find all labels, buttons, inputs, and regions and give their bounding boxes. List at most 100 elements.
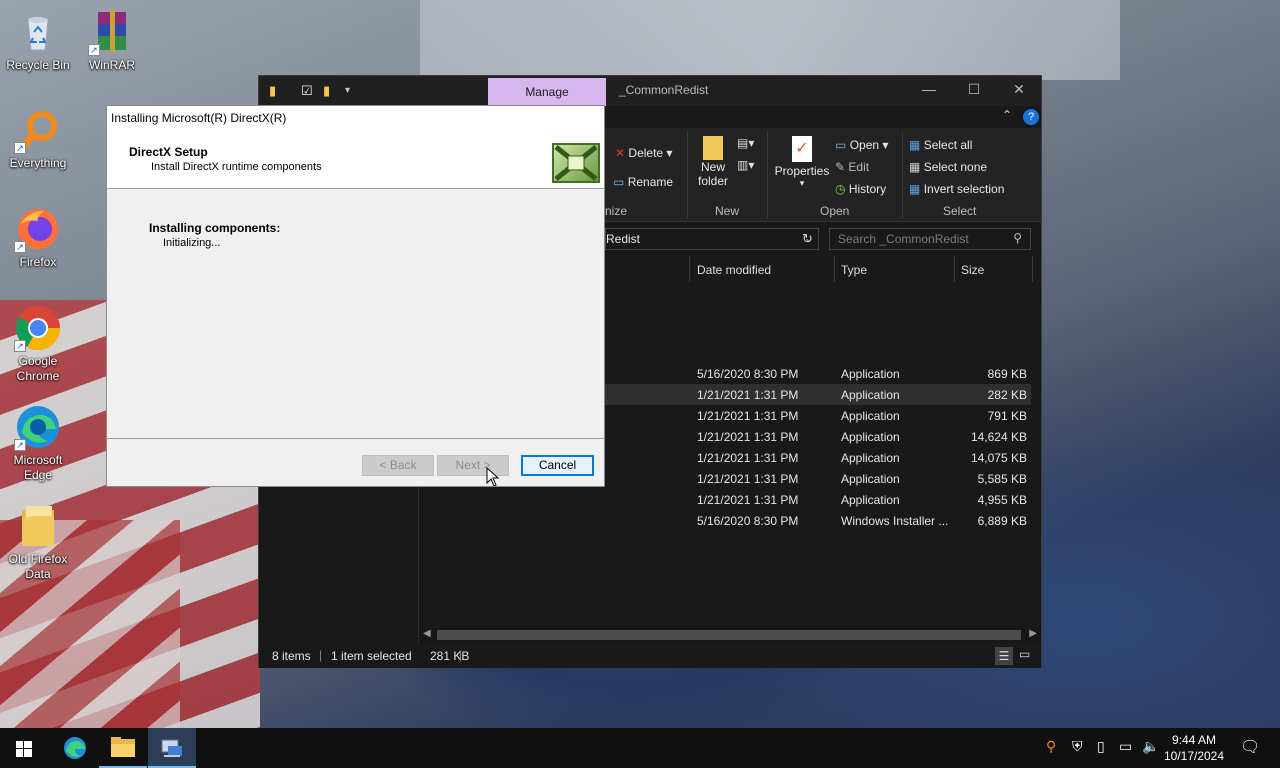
- select-all-button[interactable]: ▦ Select all: [909, 138, 972, 152]
- easy-access-icon[interactable]: ▥▾: [737, 158, 754, 172]
- column-separator[interactable]: [954, 256, 955, 282]
- ribbon-separator: [767, 132, 768, 218]
- delete-button[interactable]: ✕ Delete ▾: [615, 146, 672, 160]
- invert-selection-button[interactable]: ▦ Invert selection: [909, 182, 1004, 196]
- address-bar[interactable]: Redist ⌄: [605, 228, 819, 250]
- cancel-button[interactable]: Cancel: [521, 455, 594, 476]
- search-input[interactable]: Search _CommonRedist ⚲: [829, 228, 1031, 250]
- explorer-title-bar[interactable]: ▮ ☑ ▮ ▾ Manage _CommonRedist — ☐ ✕: [259, 76, 1041, 106]
- winrar-icon: ↗: [88, 8, 136, 56]
- maximize-button[interactable]: ☐: [959, 81, 989, 98]
- ribbon-separator: [902, 132, 903, 218]
- window-title: _CommonRedist: [619, 83, 709, 97]
- firefox-icon: ↗: [14, 205, 62, 253]
- open-group-label: Open: [820, 204, 850, 218]
- desktop-icon-label: Firefox: [19, 255, 57, 269]
- dialog-title: Installing Microsoft(R) DirectX(R): [107, 106, 604, 129]
- chrome-icon: ↗: [14, 304, 62, 352]
- new-item-icon[interactable]: ▤▾: [737, 136, 754, 150]
- large-icons-view-icon[interactable]: ▭: [1019, 647, 1030, 661]
- start-button[interactable]: [0, 728, 48, 768]
- delete-icon: ✕: [615, 146, 626, 160]
- scroll-right-icon[interactable]: ▶: [1029, 628, 1037, 639]
- desktop-icon-firefox[interactable]: ↗ Firefox: [0, 205, 76, 270]
- column-type[interactable]: Type: [841, 263, 867, 277]
- notifications-icon[interactable]: 🗨: [1240, 737, 1260, 757]
- status-divider: |: [459, 648, 463, 662]
- status-divider: |: [319, 648, 323, 662]
- history-button[interactable]: ◷ History: [835, 182, 886, 196]
- open-icon: ▭: [835, 138, 847, 152]
- column-separator[interactable]: [834, 256, 835, 282]
- search-icon: ⚲: [1013, 231, 1022, 245]
- everything-icon: ↗: [14, 106, 62, 154]
- new-group-label: New: [715, 204, 740, 218]
- usb-device-icon[interactable]: ▯: [1097, 738, 1105, 755]
- dialog-footer-divider: [107, 438, 604, 439]
- select-none-button[interactable]: ▦ Select none: [909, 160, 987, 174]
- column-separator[interactable]: [689, 256, 690, 282]
- select-none-icon: ▦: [909, 160, 921, 174]
- directx-logo-icon: [552, 143, 600, 183]
- ribbon-separator: [687, 132, 688, 218]
- organize-group-label: nize: [605, 204, 628, 218]
- table-row[interactable]: 5/16/2020 8:30 PM Windows Installer ... 6,…: [419, 510, 1031, 531]
- refresh-icon[interactable]: ↻: [802, 231, 813, 247]
- dialog-header-subtitle: Install DirectX runtime components: [151, 161, 322, 173]
- scrollbar-thumb[interactable]: [437, 630, 1021, 640]
- recycle-bin-icon: [14, 8, 62, 56]
- new-folder-quick-icon[interactable]: ▮: [323, 83, 330, 99]
- taskbar-file-explorer[interactable]: [99, 728, 147, 768]
- horizontal-scrollbar[interactable]: ◀ ▶: [419, 627, 1041, 643]
- properties-button[interactable]: ✓ Properties ▾: [773, 136, 831, 189]
- status-selected: 1 item selected: [331, 649, 412, 663]
- desktop-icon-label: WinRAR: [88, 58, 135, 72]
- collapse-ribbon-icon[interactable]: ⌃: [1002, 108, 1012, 122]
- desktop-icon-old-firefox-data[interactable]: Old Firefox Data: [0, 502, 76, 582]
- back-button[interactable]: < Back: [362, 455, 434, 476]
- desktop-icon-recycle-bin[interactable]: Recycle Bin: [0, 8, 76, 73]
- column-date-modified[interactable]: Date modified: [697, 263, 771, 277]
- table-row[interactable]: 1/21/2021 1:31 PM Application 4,955 KB: [419, 489, 1031, 510]
- windows-logo-icon: [16, 741, 32, 757]
- desktop-icon-winrar[interactable]: ↗ WinRAR: [74, 8, 150, 73]
- select-all-icon: ▦: [909, 138, 921, 152]
- network-icon[interactable]: ▭: [1119, 738, 1132, 755]
- desktop-icon-everything[interactable]: ↗ Everything: [0, 106, 76, 171]
- close-button[interactable]: ✕: [1004, 81, 1034, 98]
- folder-icon: ▮: [269, 83, 277, 98]
- security-shield-icon[interactable]: ⛨: [1072, 738, 1083, 755]
- install-status: Initializing...: [163, 237, 221, 249]
- rename-button[interactable]: ▭ Rename: [613, 175, 673, 189]
- minimize-button[interactable]: —: [914, 81, 944, 97]
- dialog-header-title: DirectX Setup: [129, 145, 208, 159]
- desktop-icon-label: Recycle Bin: [6, 58, 70, 72]
- system-clock[interactable]: 9:44 AM 10/17/2024: [1162, 732, 1226, 764]
- scroll-left-icon[interactable]: ◀: [423, 628, 431, 639]
- edit-icon: ✎: [835, 160, 846, 174]
- taskbar-directx-setup[interactable]: [148, 728, 196, 768]
- volume-muted-icon[interactable]: 🔈: [1142, 738, 1159, 755]
- rename-icon: ▭: [613, 175, 625, 189]
- new-folder-button[interactable]: New folder: [693, 136, 733, 188]
- tab-manage[interactable]: Manage: [488, 78, 606, 106]
- open-button[interactable]: ▭ Open ▾: [835, 138, 888, 152]
- details-view-icon[interactable]: ☰: [995, 647, 1013, 665]
- properties-quick-icon[interactable]: ☑: [301, 83, 313, 99]
- desktop-icon-edge[interactable]: ↗ Microsoft Edge: [0, 403, 76, 483]
- customize-quick-access-icon[interactable]: ▾: [345, 85, 350, 96]
- search-tray-icon[interactable]: ⚲: [1046, 738, 1056, 755]
- dialog-header: DirectX Setup Install DirectX runtime co…: [107, 129, 604, 189]
- column-separator[interactable]: [1032, 256, 1033, 282]
- status-item-count: 8 items: [272, 649, 311, 663]
- column-size[interactable]: Size: [961, 263, 984, 277]
- desktop-icon-label: Google Chrome: [16, 354, 60, 383]
- taskbar-edge[interactable]: [51, 728, 99, 768]
- edge-icon: ↗: [14, 403, 62, 451]
- edit-button[interactable]: ✎ Edit: [835, 160, 869, 174]
- section-title: Installing components:: [149, 221, 281, 235]
- directx-setup-dialog[interactable]: Installing Microsoft(R) DirectX(R) Direc…: [106, 105, 605, 487]
- desktop-icon-label: Everything: [9, 156, 67, 170]
- desktop-icon-chrome[interactable]: ↗ Google Chrome: [0, 304, 76, 384]
- help-icon[interactable]: ?: [1023, 109, 1039, 125]
